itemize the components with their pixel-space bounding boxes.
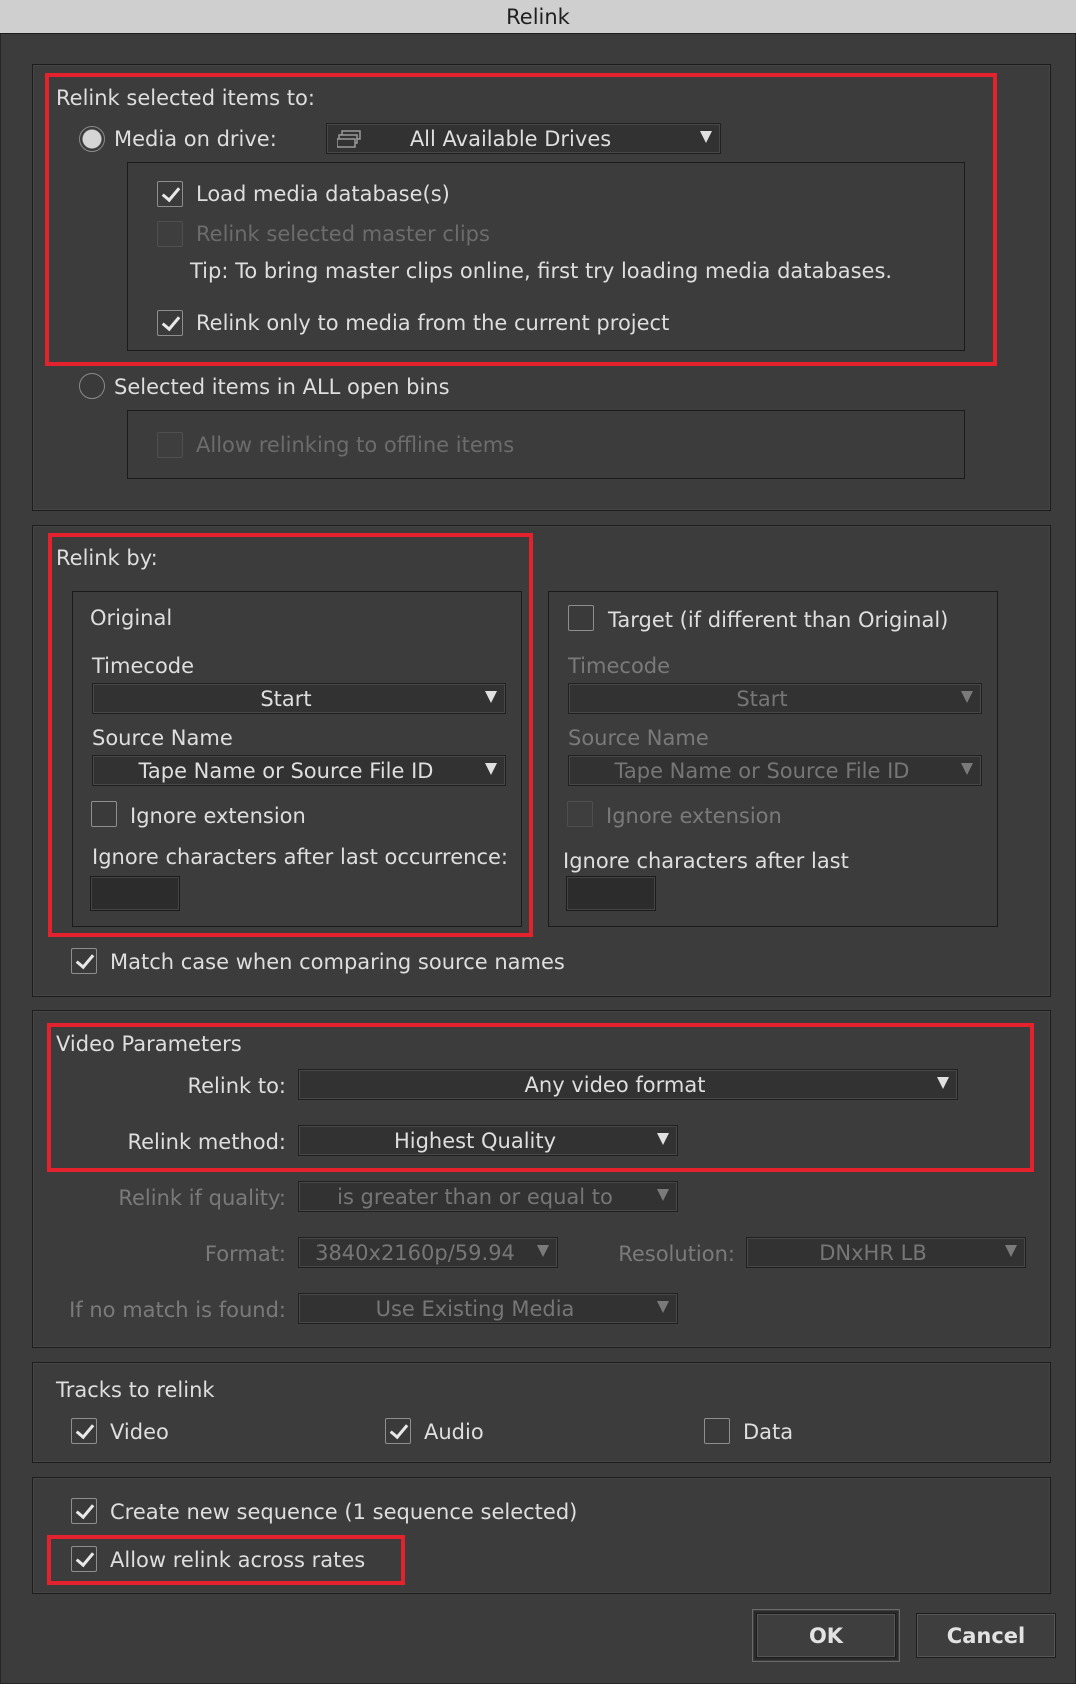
ok-button[interactable]: OK	[752, 1609, 900, 1662]
allow-offline-checkbox[interactable]	[157, 432, 183, 458]
format-value: 3840x2160p/59.94	[315, 1240, 515, 1265]
no-match-dropdown[interactable]: Use Existing Media	[298, 1293, 678, 1324]
relink-to-heading: Relink selected items to:	[56, 86, 315, 110]
original-source-name-value: Tape Name or Source File ID	[138, 758, 434, 783]
original-title: Original	[90, 606, 173, 630]
relink-master-clips-label: Relink selected master clips	[196, 222, 490, 246]
no-match-label: If no match is found:	[69, 1298, 286, 1322]
chevron-down-icon	[961, 691, 973, 703]
chevron-down-icon	[700, 131, 712, 143]
ok-button-label: OK	[808, 1623, 844, 1648]
chevron-down-icon	[485, 763, 497, 775]
resolution-value: DNxHR LB	[819, 1240, 927, 1265]
target-ignore-extension-label: Ignore extension	[606, 804, 782, 828]
chevron-down-icon	[537, 1245, 549, 1257]
load-media-db-label: Load media database(s)	[196, 182, 450, 206]
tracks-heading: Tracks to relink	[56, 1378, 215, 1402]
original-timecode-dropdown[interactable]: Start	[92, 683, 506, 714]
relink-if-quality-label: Relink if quality:	[118, 1186, 286, 1210]
drive-dropdown[interactable]: All Available Drives	[326, 123, 721, 154]
relink-if-quality-value: is greater than or equal to	[337, 1184, 613, 1209]
chevron-down-icon	[485, 691, 497, 703]
track-data-checkbox[interactable]	[704, 1418, 730, 1444]
chevron-down-icon	[961, 763, 973, 775]
window-title: Relink	[506, 4, 570, 29]
drive-dropdown-value: All Available Drives	[409, 126, 612, 151]
target-timecode-label: Timecode	[568, 654, 671, 678]
relink-to-value: Any video format	[524, 1072, 706, 1097]
relink-master-clips-checkbox[interactable]	[157, 221, 183, 247]
drive-icon	[337, 130, 361, 148]
load-media-db-checkbox[interactable]	[157, 181, 183, 207]
chevron-down-icon	[937, 1077, 949, 1089]
original-ignore-chars-input[interactable]	[90, 876, 180, 911]
original-timecode-value: Start	[260, 686, 312, 711]
original-timecode-label: Timecode	[92, 654, 195, 678]
relink-to-dropdown[interactable]: Any video format	[298, 1069, 958, 1100]
track-audio-checkbox[interactable]	[385, 1418, 411, 1444]
selected-items-radio[interactable]	[79, 373, 105, 399]
resolution-dropdown[interactable]: DNxHR LB	[746, 1237, 1026, 1268]
track-video-checkbox[interactable]	[71, 1418, 97, 1444]
no-match-value: Use Existing Media	[375, 1296, 575, 1321]
options-group	[32, 1477, 1051, 1594]
create-sequence-label: Create new sequence (1 sequence selected…	[110, 1500, 578, 1524]
track-data-label: Data	[743, 1420, 794, 1444]
match-case-checkbox[interactable]	[71, 948, 97, 974]
relink-if-quality-dropdown[interactable]: is greater than or equal to	[298, 1181, 678, 1212]
target-source-name-value: Tape Name or Source File ID	[614, 758, 910, 783]
original-ignore-extension-label: Ignore extension	[130, 804, 306, 828]
target-checkbox[interactable]	[568, 605, 594, 631]
target-ignore-extension-checkbox[interactable]	[567, 801, 593, 827]
target-title: Target (if different than Original)	[608, 608, 949, 632]
cancel-button[interactable]: Cancel	[916, 1613, 1056, 1658]
relink-method-label: Relink method:	[127, 1130, 286, 1154]
chevron-down-icon	[657, 1133, 669, 1145]
selected-items-label: Selected items in ALL open bins	[114, 375, 450, 399]
relink-current-project-checkbox[interactable]	[157, 310, 183, 336]
allow-relink-rates-label: Allow relink across rates	[110, 1548, 366, 1572]
relink-method-value: Highest Quality	[393, 1128, 557, 1153]
relink-to-label: Relink to:	[187, 1074, 286, 1098]
track-video-label: Video	[110, 1420, 169, 1444]
relink-current-project-label: Relink only to media from the current pr…	[196, 311, 670, 335]
target-timecode-value: Start	[736, 686, 788, 711]
allow-relink-rates-checkbox[interactable]	[71, 1546, 97, 1572]
chevron-down-icon	[657, 1189, 669, 1201]
target-ignore-chars-input[interactable]	[566, 876, 656, 911]
relink-method-dropdown[interactable]: Highest Quality	[298, 1125, 678, 1156]
resolution-label: Resolution:	[618, 1242, 735, 1266]
original-ignore-chars-label: Ignore characters after last occurrence:	[92, 845, 508, 869]
media-on-drive-label: Media on drive:	[114, 127, 277, 151]
target-source-name-dropdown[interactable]: Tape Name or Source File ID	[568, 755, 982, 786]
relink-by-heading: Relink by:	[56, 546, 158, 570]
chevron-down-icon	[657, 1301, 669, 1313]
tip-text: Tip: To bring master clips online, first…	[190, 259, 893, 283]
target-source-name-label: Source Name	[568, 726, 709, 750]
original-source-name-dropdown[interactable]: Tape Name or Source File ID	[92, 755, 506, 786]
target-ignore-chars-label: Ignore characters after last	[563, 849, 849, 873]
media-on-drive-radio[interactable]	[79, 126, 105, 152]
create-sequence-checkbox[interactable]	[71, 1498, 97, 1524]
match-case-label: Match case when comparing source names	[110, 950, 565, 974]
track-audio-label: Audio	[424, 1420, 484, 1444]
target-timecode-dropdown[interactable]: Start	[568, 683, 982, 714]
allow-offline-label: Allow relinking to offline items	[196, 433, 515, 457]
format-label: Format:	[204, 1242, 286, 1266]
original-source-name-label: Source Name	[92, 726, 233, 750]
window-titlebar: Relink	[0, 0, 1076, 34]
video-parameters-heading: Video Parameters	[56, 1032, 242, 1056]
format-dropdown[interactable]: 3840x2160p/59.94	[298, 1237, 558, 1268]
cancel-button-label: Cancel	[946, 1623, 1026, 1648]
chevron-down-icon	[1005, 1245, 1017, 1257]
original-ignore-extension-checkbox[interactable]	[91, 801, 117, 827]
